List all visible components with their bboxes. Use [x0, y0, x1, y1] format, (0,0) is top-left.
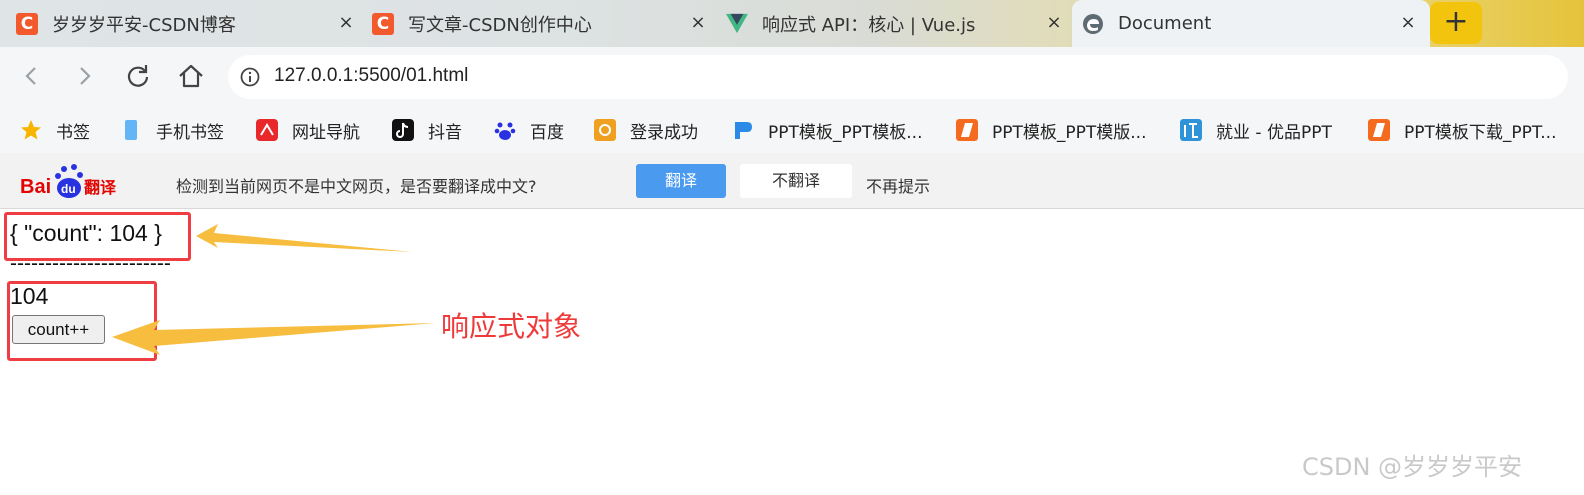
annotation-label: 响应式对象	[441, 310, 582, 343]
annotation-arrows	[112, 224, 436, 355]
watermark: CSDN @岁岁岁平安	[1302, 453, 1523, 481]
arrow-to-json	[196, 224, 412, 252]
arrow-to-button	[112, 320, 436, 355]
